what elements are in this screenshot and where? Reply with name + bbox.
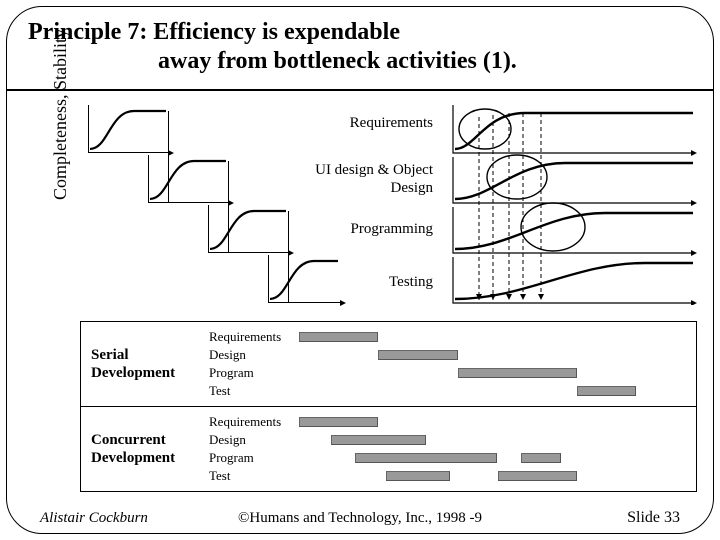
concurrent-dev-label: Concurrent Development xyxy=(81,407,209,491)
gantt-row-label: Requirements xyxy=(209,414,299,430)
title-underline xyxy=(7,89,713,91)
footer-copyright: ©Humans and Technology, Inc., 1998 -9 xyxy=(0,510,720,527)
gantt-row-label: Test xyxy=(209,468,299,484)
gantt-row-label: Test xyxy=(209,383,299,399)
activity-labels: Requirements UI design & Object Design P… xyxy=(313,115,433,321)
drop-line xyxy=(288,211,289,303)
title-line2: away from bottleneck activities (1). xyxy=(28,47,692,76)
drop-line xyxy=(168,111,169,203)
concurrent-gantt: Requirements Design Program Test xyxy=(209,407,696,491)
label-design: UI design & Object Design xyxy=(313,162,433,197)
gantt-table: Serial Development Requirements Design P… xyxy=(80,321,697,492)
drop-line xyxy=(228,161,229,253)
concurrent-diagram-icon xyxy=(445,105,701,305)
gantt-row-label: Design xyxy=(209,432,299,448)
s-curve-icon xyxy=(88,105,168,153)
table-row: Concurrent Development Requirements Desi… xyxy=(81,406,696,491)
gantt-row-label: Requirements xyxy=(209,329,299,345)
concurrent-scurve-panel xyxy=(445,105,701,305)
label-testing: Testing xyxy=(313,274,433,291)
title-line1: Principle 7: Efficiency is expendable xyxy=(28,19,400,45)
label-requirements: Requirements xyxy=(313,115,433,132)
slide-number: Slide 33 xyxy=(627,509,680,527)
gantt-row-label: Program xyxy=(209,365,299,381)
gantt-row-label: Program xyxy=(209,450,299,466)
label-programming: Programming xyxy=(313,221,433,238)
serial-scurve-panel xyxy=(80,105,340,305)
y-axis-label: Completeness, Stability xyxy=(50,29,71,200)
table-row: Serial Development Requirements Design P… xyxy=(81,322,696,406)
s-curve-icon xyxy=(148,155,228,203)
gantt-row-label: Design xyxy=(209,347,299,363)
serial-gantt: Requirements Design Program Test xyxy=(209,322,696,406)
serial-dev-label: Serial Development xyxy=(81,322,209,406)
s-curve-icon xyxy=(208,205,288,253)
slide-title: Principle 7: Efficiency is expendable aw… xyxy=(28,18,692,76)
